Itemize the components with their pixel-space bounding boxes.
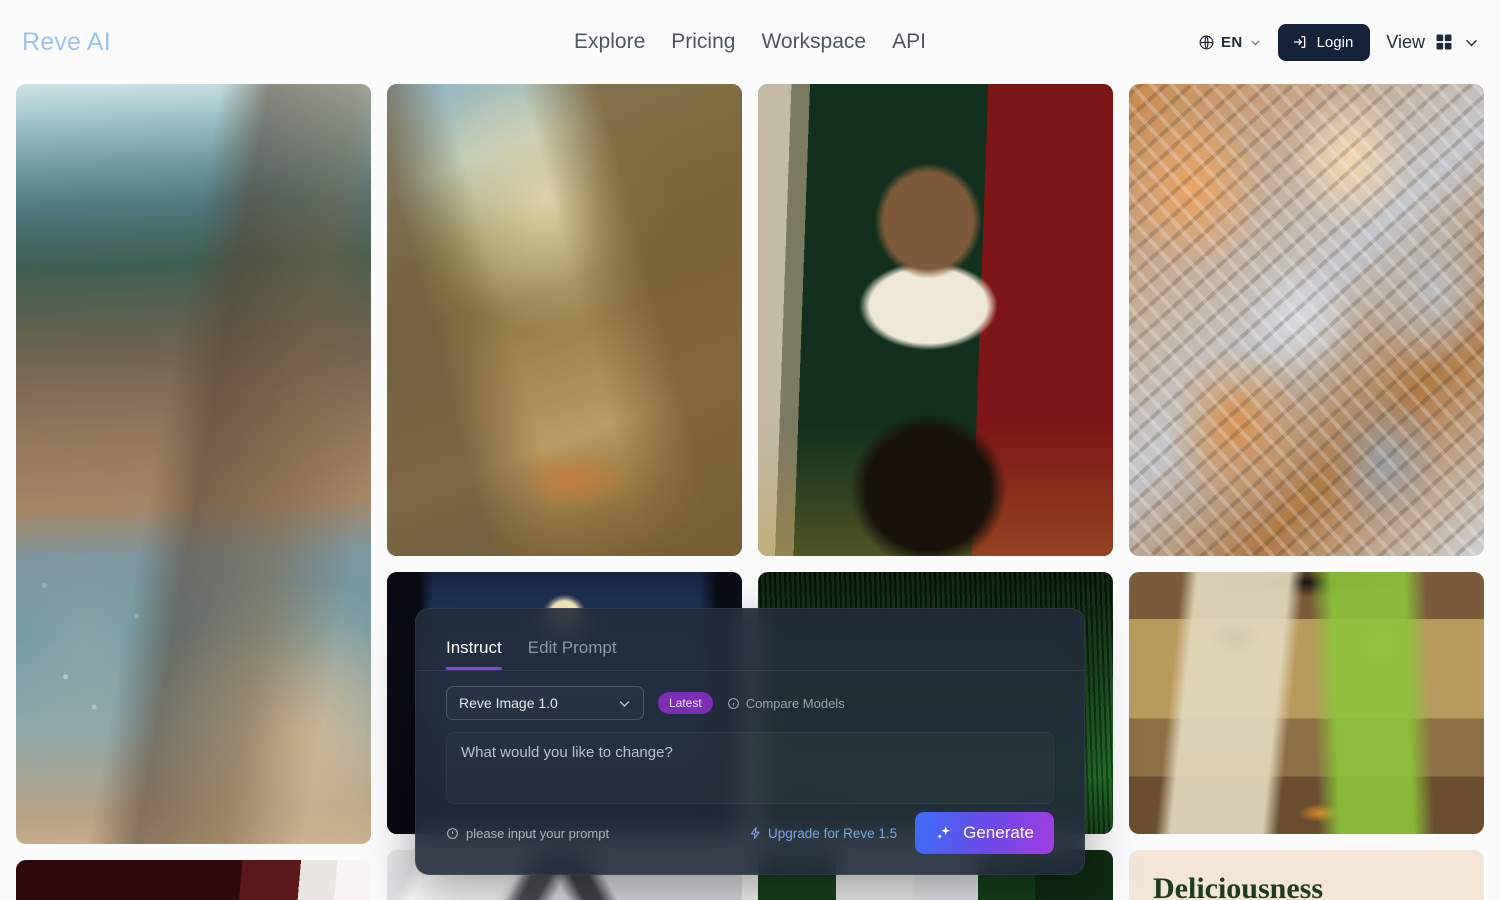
alert-circle-icon (446, 827, 459, 840)
gallery-image-coastal-swimmers (16, 84, 371, 844)
chevron-down-icon (617, 696, 632, 711)
view-mode-selector[interactable]: View (1386, 32, 1480, 53)
generate-button[interactable]: Generate (915, 812, 1054, 854)
poster-title: Deliciousness (1153, 872, 1324, 900)
prompt-input[interactable] (446, 732, 1054, 804)
gallery-card-coastal-swimmers[interactable] (16, 84, 371, 844)
generate-modal: Instruct Edit Prompt Reve Image 1.0 Late… (415, 608, 1085, 875)
prompt-area (416, 720, 1084, 812)
sparkles-icon (935, 824, 954, 843)
lightning-icon (749, 826, 762, 840)
modal-footer: please input your prompt Upgrade for Rev… (416, 812, 1084, 874)
chevron-down-icon (1249, 36, 1262, 49)
generate-button-label: Generate (963, 823, 1034, 842)
language-label: EN (1220, 33, 1243, 51)
status-badge-latest: Latest (658, 692, 713, 714)
modal-tabs: Instruct Edit Prompt (416, 609, 1084, 671)
prompt-hint: please input your prompt (446, 826, 609, 841)
gallery-column-4: Deliciousness (1129, 84, 1484, 900)
upgrade-link-label: Upgrade for Reve 1.5 (768, 825, 898, 841)
info-circle-icon (727, 697, 740, 710)
globe-icon (1198, 34, 1215, 51)
gallery-card-royal-cat-portrait[interactable] (758, 84, 1113, 556)
gallery-card-liquid-chrome[interactable] (1129, 84, 1484, 556)
gallery-card-kitchen-couple[interactable] (1129, 572, 1484, 834)
chevron-down-icon (1463, 34, 1480, 51)
language-selector[interactable]: EN (1198, 34, 1262, 51)
gallery-card-village-painting[interactable] (387, 84, 742, 556)
gallery-image-liquid-chrome (1129, 84, 1484, 556)
modal-footer-actions: Upgrade for Reve 1.5 Generate (749, 812, 1054, 854)
main-navigation: Explore Pricing Workspace API (574, 30, 926, 54)
modal-model-controls: Reve Image 1.0 Latest Compare Models (416, 671, 1084, 720)
view-label: View (1386, 31, 1425, 52)
app-logo[interactable]: Reve AI (22, 28, 111, 57)
app-header: Reve AI Explore Pricing Workspace API EN (0, 0, 1500, 84)
compare-models-link[interactable]: Compare Models (727, 696, 845, 711)
model-select[interactable]: Reve Image 1.0 (446, 686, 644, 720)
compare-models-label: Compare Models (745, 695, 845, 711)
header-actions: EN Login View (1198, 23, 1484, 61)
nav-item-explore[interactable]: Explore (574, 30, 645, 54)
login-button-label: Login (1316, 33, 1354, 51)
gallery-image-dark-red-interior (16, 860, 371, 900)
grid-icon (1434, 32, 1454, 52)
gallery-card-dark-red-interior[interactable] (16, 860, 371, 900)
gallery-column-1 (16, 84, 371, 900)
gallery-image-royal-cat-portrait (758, 84, 1113, 556)
gallery-image-village-painting (387, 84, 742, 556)
login-arrow-icon (1292, 34, 1308, 50)
model-select-value: Reve Image 1.0 (459, 695, 558, 711)
prompt-hint-label: please input your prompt (466, 825, 610, 841)
nav-item-api[interactable]: API (892, 30, 926, 54)
login-button[interactable]: Login (1277, 23, 1371, 61)
gallery-image-kitchen-couple (1129, 572, 1484, 834)
tab-edit-prompt[interactable]: Edit Prompt (528, 638, 617, 670)
tab-instruct[interactable]: Instruct (446, 638, 502, 670)
nav-item-workspace[interactable]: Workspace (761, 30, 866, 54)
upgrade-link[interactable]: Upgrade for Reve 1.5 (749, 826, 897, 841)
generate-modal-overlay: Instruct Edit Prompt Reve Image 1.0 Late… (415, 608, 1085, 875)
nav-item-pricing[interactable]: Pricing (671, 30, 735, 54)
gallery-card-deliciousness-poster[interactable]: Deliciousness (1129, 850, 1484, 900)
